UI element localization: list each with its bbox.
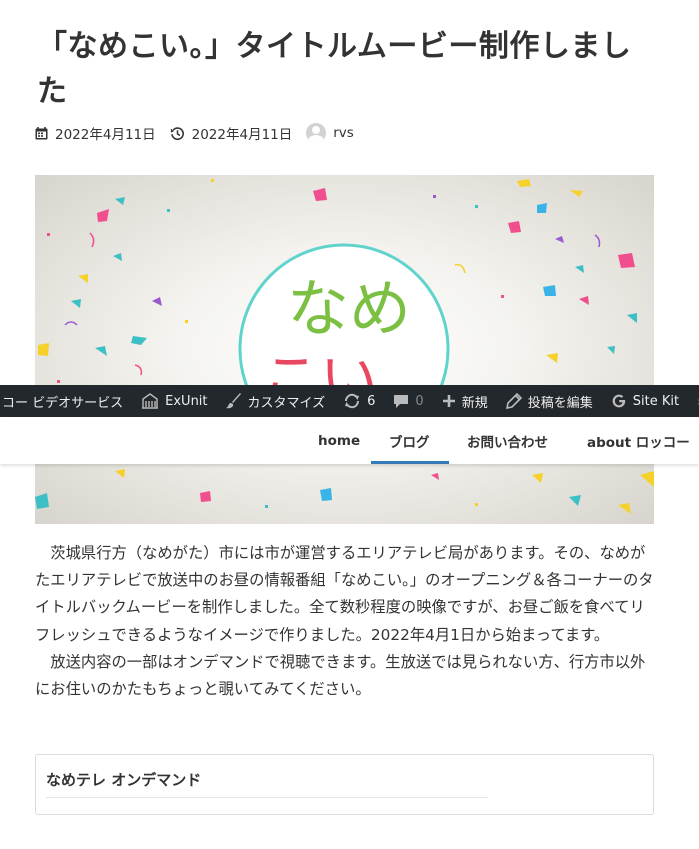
- admin-exunit-label: ExUnit: [165, 393, 208, 409]
- embed-card-title[interactable]: なめテレ オンデマンド: [46, 769, 201, 790]
- nav-item-about[interactable]: about ロッコー: [587, 417, 690, 464]
- admin-new-label: 新規: [461, 395, 488, 411]
- admin-site-name-label: コー ビデオサービス: [2, 395, 124, 411]
- admin-edit-post[interactable]: 投稿を編集: [497, 385, 602, 417]
- calendar-icon: [35, 126, 48, 139]
- post-title: 「なめこい。」タイトルムービー制作しました: [37, 29, 632, 109]
- confetti-logo-image: なめ こい。: [35, 179, 654, 514]
- history-icon: [170, 126, 184, 140]
- admin-site-kit-label: Site Kit: [632, 393, 680, 409]
- avatar: [306, 123, 327, 143]
- admin-site-kit[interactable]: Site Kit: [602, 385, 688, 417]
- content-paragraph: 放送内容の一部はオンデマンドで視聴できます。生放送では見られない方、行方市以外に…: [35, 652, 646, 699]
- author[interactable]: rvs: [306, 123, 354, 143]
- admin-comments[interactable]: 0: [384, 385, 432, 417]
- google-g-icon: [612, 394, 625, 408]
- updates-icon: [345, 393, 360, 409]
- admin-updates[interactable]: 6: [334, 385, 384, 417]
- wp-admin-bar: コー ビデオサービス ExUnit カスタマイズ 6 0 新規 投稿を編集 Si…: [0, 385, 699, 417]
- comment-icon: [394, 395, 409, 408]
- featured-image: なめ こい。: [35, 175, 654, 524]
- nav-item-home[interactable]: home: [318, 417, 360, 464]
- admin-comments-count: 0: [415, 393, 424, 409]
- published-date: 2022年4月11日: [35, 123, 156, 143]
- admin-customize-label: カスタマイズ: [247, 395, 326, 411]
- admin-site-name[interactable]: コー ビデオサービス: [0, 385, 132, 417]
- updated-date: 2022年4月11日: [170, 123, 293, 143]
- building-icon: [142, 393, 159, 409]
- admin-exunit[interactable]: ExUnit: [132, 385, 216, 417]
- author-name[interactable]: rvs: [333, 125, 354, 141]
- content-paragraph: 茨城県行方（なめがた）市には市が運営するエリアテレビ局があります。その、なめがた…: [35, 544, 654, 644]
- published-date-text: 2022年4月11日: [55, 127, 156, 143]
- logo-text-line1: なめ: [287, 272, 411, 345]
- pencil-icon: [505, 393, 522, 409]
- admin-customize[interactable]: カスタマイズ: [217, 385, 335, 417]
- updated-date-text: 2022年4月11日: [191, 127, 293, 143]
- nav-item-contact[interactable]: お問い合わせ: [467, 417, 548, 464]
- embed-card[interactable]: なめテレ オンデマンド: [35, 754, 654, 815]
- brush-icon: [225, 393, 241, 409]
- nav-active-indicator: [371, 461, 449, 464]
- embed-card-divider: [46, 797, 488, 798]
- admin-new[interactable]: 新規: [433, 385, 497, 417]
- admin-cache[interactable]: キャ: [688, 385, 699, 417]
- admin-updates-count: 6: [367, 393, 376, 409]
- admin-edit-post-label: 投稿を編集: [527, 395, 593, 411]
- plus-icon: [442, 395, 455, 407]
- nav-item-blog[interactable]: ブログ: [389, 417, 430, 464]
- post-content: 茨城県行方（なめがた）市には市が運営するエリアテレビ局があります。その、なめがた…: [35, 540, 657, 703]
- global-nav: home ブログ お問い合わせ about ロッコー: [0, 417, 699, 464]
- post-meta: 2022年4月11日 2022年4月11日 rvs: [35, 122, 368, 144]
